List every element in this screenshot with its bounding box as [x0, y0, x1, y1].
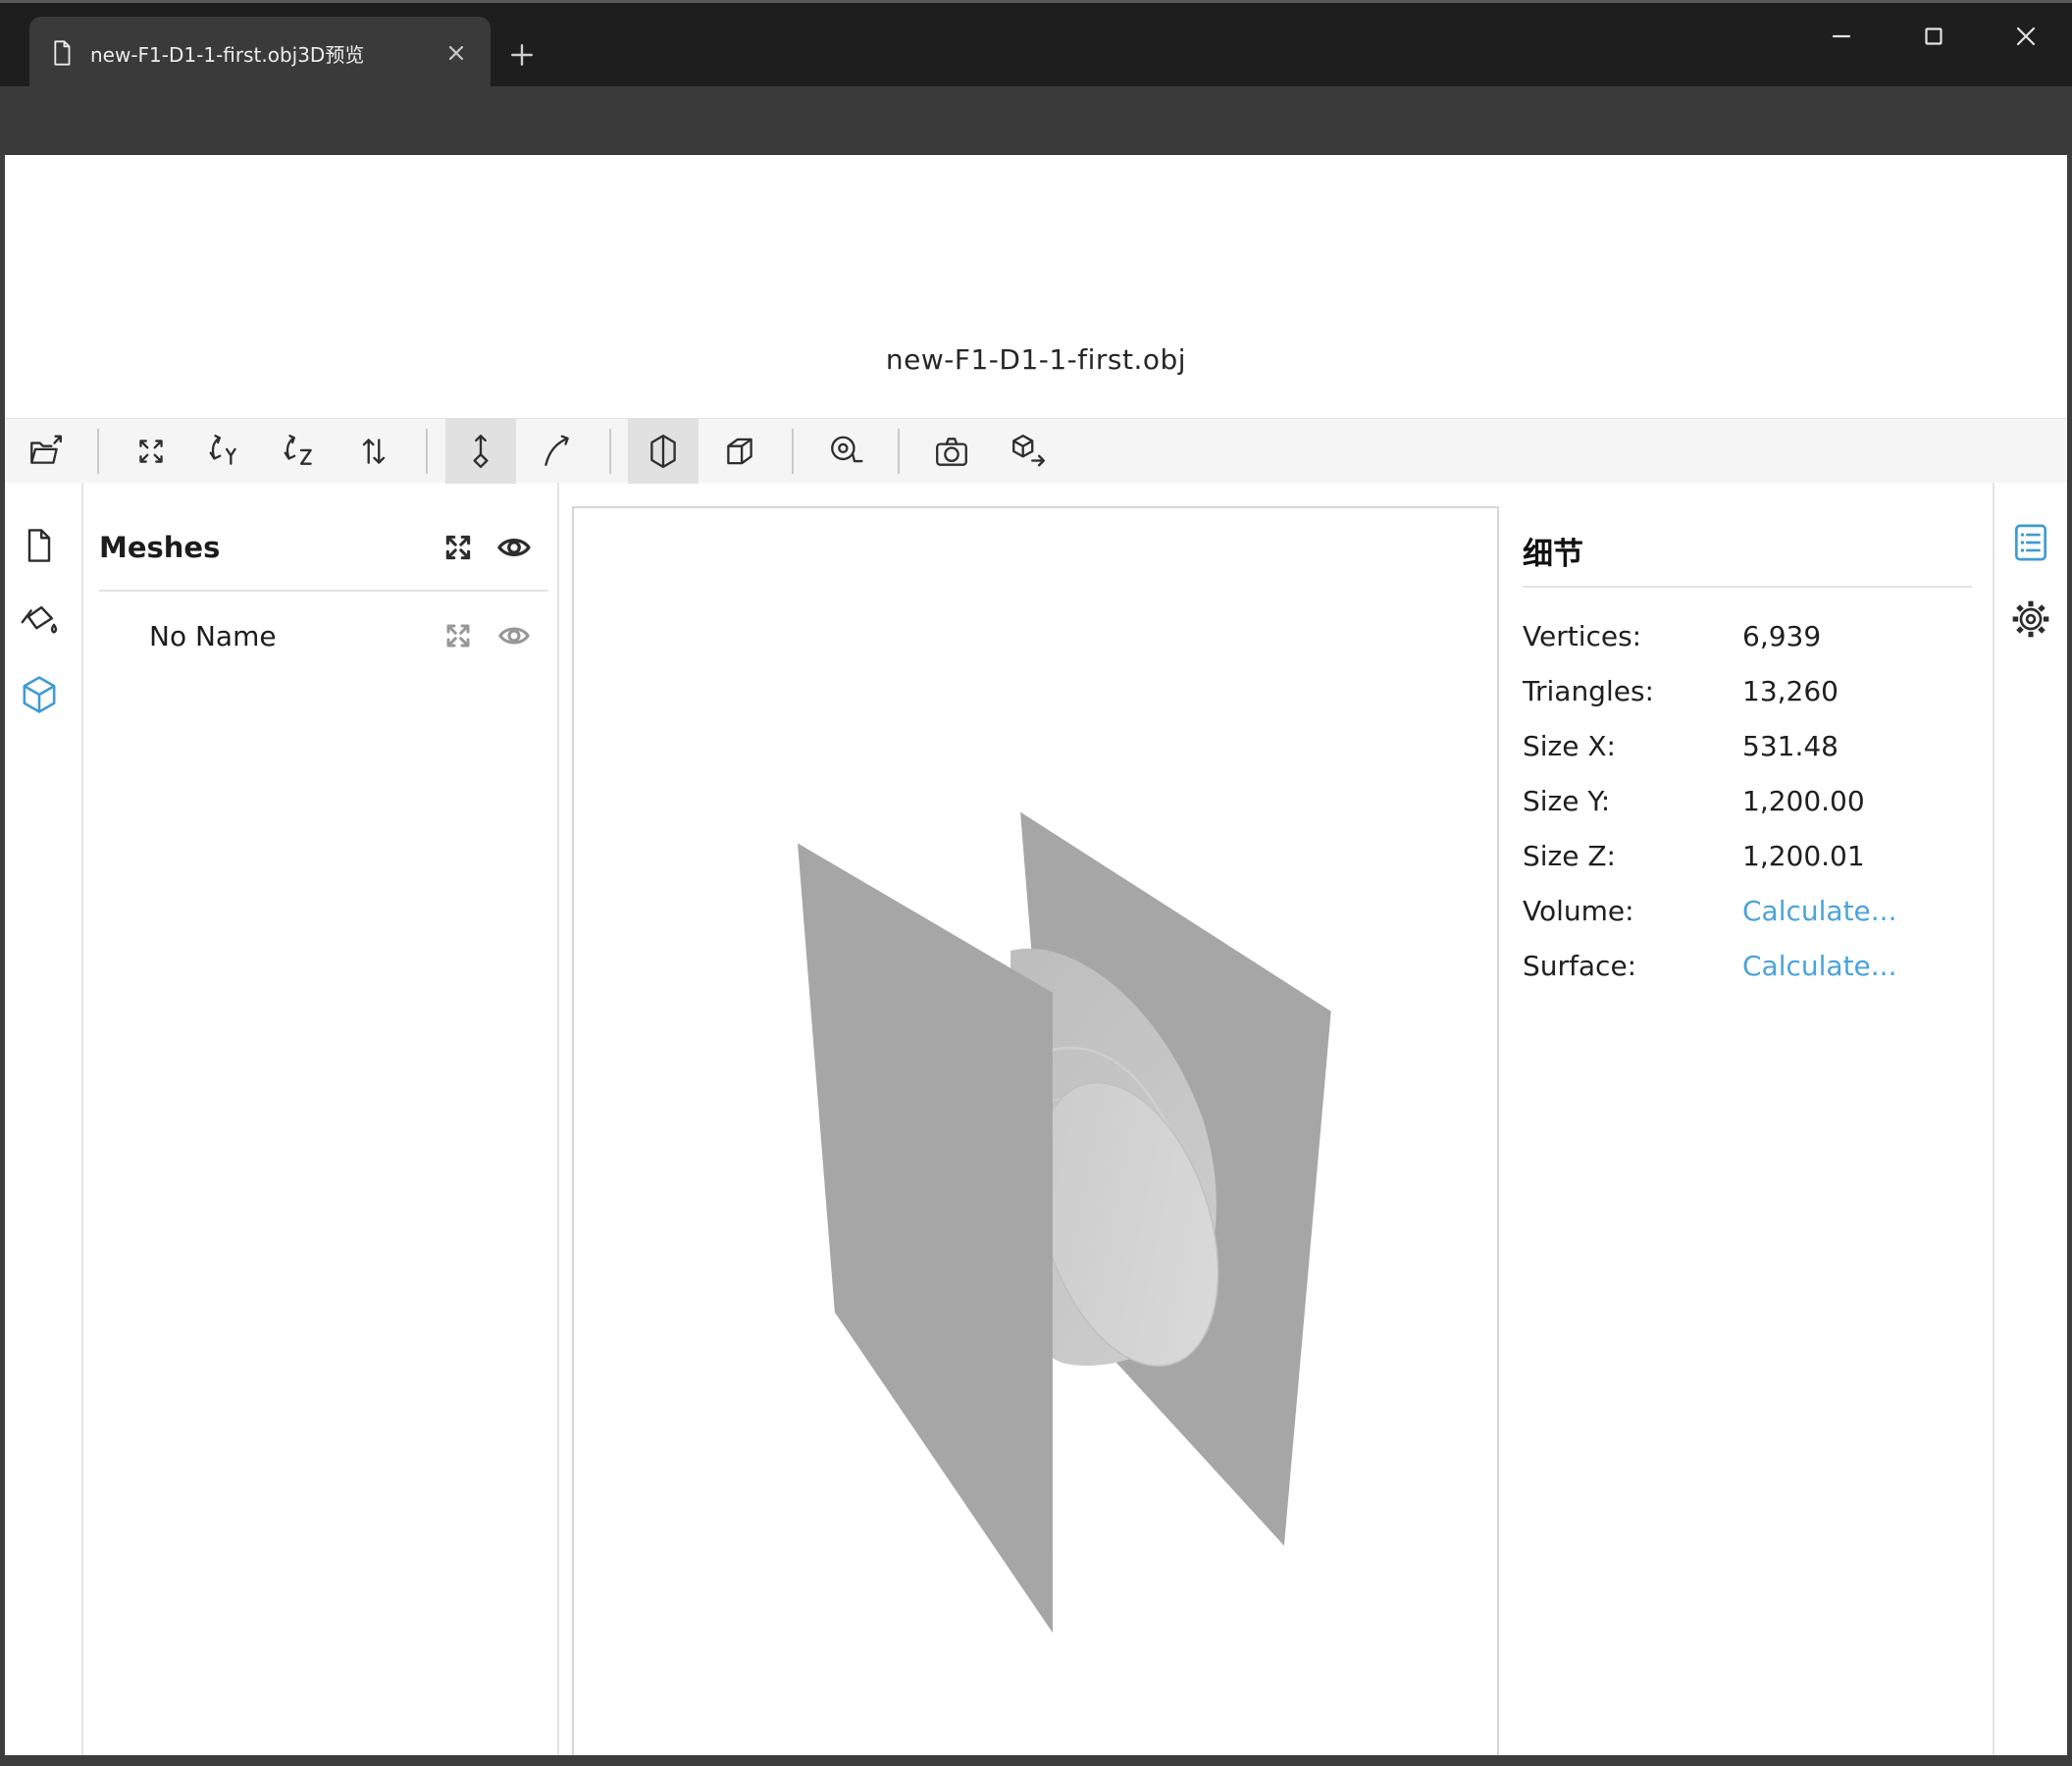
meshes-tab[interactable]: [12, 667, 67, 722]
details-panel-title: 细节: [1523, 529, 1583, 573]
window-edge-right: [2067, 155, 2072, 1766]
calculate-volume-link[interactable]: Calculate...: [1742, 895, 1896, 927]
detail-value: 1,200.01: [1742, 840, 1865, 872]
window-edge-bottom: [0, 1755, 2072, 1766]
details-row: Size Y: 1,200.00: [1523, 785, 1984, 824]
measure-button[interactable]: [810, 419, 881, 484]
toolbar-divider: [792, 429, 794, 474]
detail-label: Size Z:: [1523, 840, 1616, 872]
detail-label: Size X:: [1523, 730, 1616, 762]
close-window-button[interactable]: [1980, 6, 2072, 67]
details-row: Size X: 531.48: [1523, 730, 1984, 769]
shaded-view-button[interactable]: [628, 419, 699, 484]
rotate-z-button[interactable]: [264, 419, 335, 484]
detail-value: 531.48: [1742, 730, 1839, 762]
flip-vertical-button[interactable]: [338, 419, 409, 484]
viewer-toolbar: [4, 418, 2068, 483]
tab-close-icon[interactable]: [440, 36, 473, 70]
detail-value: 1,200.00: [1742, 785, 1865, 817]
calculate-surface-link[interactable]: Calculate...: [1742, 950, 1896, 982]
detail-value: 13,260: [1742, 675, 1839, 707]
details-header-divider: [1523, 586, 1972, 588]
browser-navbar: https://file.kkview.cn/onlinePreview?url…: [0, 86, 2072, 155]
wireframe-view-button[interactable]: [704, 419, 775, 484]
meshes-panel-title: Meshes: [99, 531, 220, 564]
details-row: Surface: Calculate...: [1523, 950, 1984, 989]
fit-view-button[interactable]: [116, 419, 186, 484]
visibility-all-eye-icon[interactable]: [494, 528, 534, 567]
tab-strip: new-F1-D1-1-first.obj3D预览: [0, 0, 2072, 86]
toolbar-divider: [898, 429, 900, 474]
window-edge-left: [0, 155, 5, 1766]
materials-tab[interactable]: [12, 594, 67, 649]
zoom-to-mesh-icon[interactable]: [439, 616, 478, 655]
toolbar-divider: [609, 429, 611, 474]
model-canvas: [574, 508, 1497, 1766]
browser-window: new-F1-D1-1-first.obj3D预览: [0, 0, 2072, 1766]
new-tab-button[interactable]: [502, 35, 542, 75]
details-row: Size Z: 1,200.01: [1523, 840, 1984, 879]
detail-label: Surface:: [1523, 950, 1636, 982]
details-row: Triangles: 13,260: [1523, 675, 1984, 714]
detail-label: Triangles:: [1523, 675, 1654, 707]
trajectory-button[interactable]: [521, 419, 592, 484]
meshes-header-divider: [99, 590, 548, 592]
detail-label: Volume:: [1523, 895, 1634, 927]
zoom-to-all-icon[interactable]: [439, 528, 478, 567]
left-strip-divider: [81, 483, 83, 1766]
details-row: Volume: Calculate...: [1523, 895, 1984, 934]
screenshot-button[interactable]: [916, 419, 987, 484]
detail-label: Vertices:: [1523, 620, 1641, 652]
detail-label: Size Y:: [1523, 785, 1610, 817]
rotate-y-button[interactable]: [189, 419, 260, 484]
file-info-tab[interactable]: [12, 518, 67, 573]
maximize-button[interactable]: [1888, 6, 1980, 67]
toolbar-divider: [426, 429, 428, 474]
right-strip-divider: [1993, 483, 1994, 1766]
open-file-button[interactable]: [10, 419, 80, 484]
details-tab[interactable]: [2003, 515, 2058, 570]
meshes-panel-divider: [557, 483, 559, 1766]
window-controls: [1795, 6, 2072, 67]
details-row: Vertices: 6,939: [1523, 620, 1984, 659]
page-title: new-F1-D1-1-first.obj: [0, 343, 2072, 376]
export-model-button[interactable]: [993, 419, 1063, 484]
settings-gear-icon[interactable]: [2003, 592, 2058, 647]
tab-active[interactable]: new-F1-D1-1-first.obj3D预览: [29, 17, 491, 89]
tab-title: new-F1-D1-1-first.obj3D预览: [90, 39, 426, 68]
detail-value: 6,939: [1742, 620, 1821, 652]
mesh-visibility-eye-icon[interactable]: [494, 616, 534, 655]
toolbar-divider: [97, 429, 99, 474]
tab-favicon-icon: [47, 38, 77, 68]
model-viewport[interactable]: [572, 506, 1499, 1766]
page-content: new-F1-D1-1-first.obj: [0, 155, 2072, 1766]
mesh-list-item[interactable]: No Name: [149, 620, 277, 652]
minimize-button[interactable]: [1795, 6, 1888, 67]
up-direction-button[interactable]: [445, 419, 516, 484]
